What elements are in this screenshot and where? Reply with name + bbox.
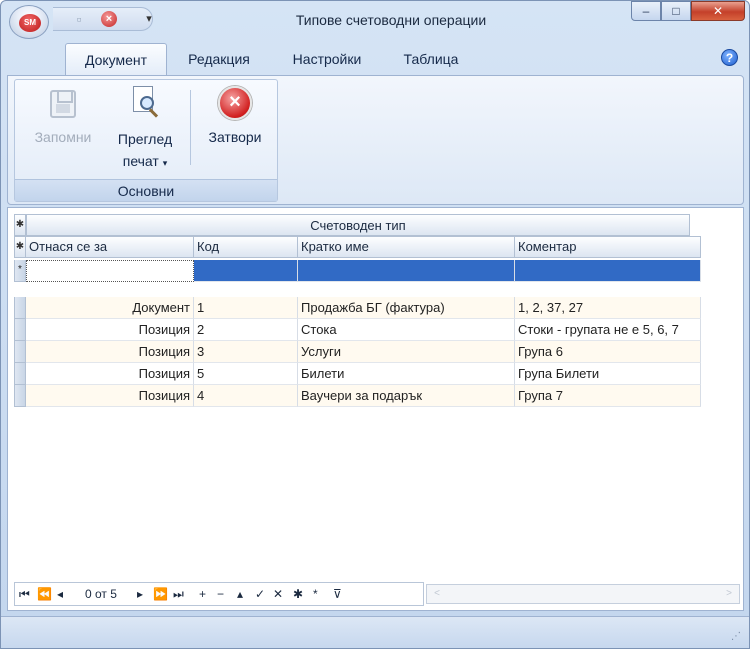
bookmark-icon[interactable]: ✱ (293, 586, 303, 602)
cell-short-name[interactable]: Ваучери за подарък (298, 385, 515, 407)
table-row[interactable]: Позиция 5 Билети Група Билети (14, 363, 701, 385)
scroll-right-icon[interactable]: > (721, 587, 737, 601)
help-icon[interactable]: ? (721, 49, 738, 66)
cell-code[interactable]: 2 (194, 319, 298, 341)
cell-code[interactable]: 5 (194, 363, 298, 385)
print-preview-icon (131, 86, 159, 120)
grid-container: ✱ Счетоводен тип ✱ Отнася се за Код Крат… (7, 207, 744, 611)
previous-page-icon[interactable]: ⏪ (37, 586, 52, 602)
app-menu-button[interactable]: SM (9, 5, 49, 39)
cell-short-name[interactable]: Продажба БГ (фактура) (298, 297, 515, 319)
cell-applies-to[interactable]: Документ (26, 297, 194, 319)
previous-record-icon[interactable]: ◂ (57, 586, 63, 602)
window-title: Типове счетоводни операции (295, 12, 487, 28)
new-row-marker: * (14, 260, 26, 282)
ribbon-tabs: Документ Редакция Настройки Таблица (1, 43, 749, 76)
qat-close-icon[interactable]: × (101, 11, 117, 27)
grid-navigator: ⏮ ⏪ ◂ 0 от 5 ▸ ⏩ ⏭ + − ▴ ✓ ✕ ✱ * ⊽ (14, 582, 424, 606)
first-record-icon[interactable]: ⏮ (19, 586, 30, 602)
ribbon-separator (190, 90, 191, 165)
save-button-label: Запомни (34, 129, 92, 145)
tab-settings[interactable]: Настройки (275, 43, 379, 76)
application-window: SM ▫ × ▾ Типове счетоводни операции ‒ □ … (0, 0, 750, 649)
cell-code[interactable]: 1 (194, 297, 298, 319)
print-preview-label-line2: печат ▾ (122, 153, 168, 169)
cancel-edit-icon[interactable]: ✕ (273, 586, 283, 602)
print-preview-button[interactable]: Преглед печат ▾ (107, 84, 183, 174)
close-icon: × (218, 86, 252, 120)
chevron-down-icon: ▾ (162, 158, 168, 168)
edit-record-icon[interactable]: ▴ (237, 586, 243, 602)
cell-applies-to[interactable]: Позиция (26, 319, 194, 341)
tab-table[interactable]: Таблица (387, 43, 475, 76)
column-header-short-name[interactable]: Кратко име (298, 236, 515, 258)
tab-edit[interactable]: Редакция (173, 43, 265, 76)
cell-applies-to[interactable]: Позиция (26, 385, 194, 407)
floppy-icon (50, 90, 76, 118)
row-indicator[interactable] (14, 341, 26, 363)
close-window-button[interactable]: ✕ (691, 1, 745, 21)
row-indicator[interactable] (14, 297, 26, 319)
cell-code[interactable]: 4 (194, 385, 298, 407)
cell-applies-to[interactable]: Позиция (26, 363, 194, 385)
row-indicator[interactable] (14, 385, 26, 407)
title-bar: SM ▫ × ▾ Типове счетоводни операции ‒ □ … (1, 1, 749, 41)
qat-save-icon[interactable]: ▫ (71, 11, 87, 27)
horizontal-scrollbar[interactable]: < > (426, 584, 740, 604)
minimize-button[interactable]: ‒ (631, 1, 661, 21)
column-header-applies-to[interactable]: Отнася се за (26, 236, 194, 258)
ribbon-group-label: Основни (15, 179, 277, 201)
new-row-cell[interactable] (515, 260, 701, 282)
table-row[interactable]: Позиция 2 Стока Стоки - групата не е 5, … (14, 319, 701, 341)
row-indicator[interactable] (14, 363, 26, 385)
next-page-icon[interactable]: ⏩ (153, 586, 168, 602)
tab-document[interactable]: Документ (65, 43, 167, 76)
insert-record-icon[interactable]: + (199, 586, 206, 602)
table-row[interactable]: Позиция 3 Услуги Група 6 (14, 341, 701, 363)
maximize-button[interactable]: □ (661, 1, 691, 21)
band-header: Счетоводен тип (26, 214, 690, 236)
filter-icon[interactable]: ⊽ (333, 586, 342, 602)
post-edit-icon[interactable]: ✓ (255, 586, 265, 602)
column-header-comment[interactable]: Коментар (515, 236, 701, 258)
scroll-left-icon[interactable]: < (429, 587, 445, 601)
next-record-icon[interactable]: ▸ (137, 586, 143, 602)
cell-code[interactable]: 3 (194, 341, 298, 363)
cell-comment[interactable]: 1, 2, 37, 27 (515, 297, 701, 319)
new-row-cell[interactable] (298, 260, 515, 282)
cell-comment[interactable]: Стоки - групата не е 5, 6, 7 (515, 319, 701, 341)
new-row-cell[interactable] (26, 260, 194, 282)
window-controls: ‒ □ ✕ (631, 1, 747, 21)
cell-short-name[interactable]: Услуги (298, 341, 515, 363)
delete-record-icon[interactable]: − (217, 586, 224, 602)
cell-comment[interactable]: Група Билети (515, 363, 701, 385)
table-row[interactable]: Позиция 4 Ваучери за подарък Група 7 (14, 385, 701, 407)
new-row-cell[interactable] (194, 260, 298, 282)
new-item-row[interactable]: * (14, 260, 701, 282)
cell-comment[interactable]: Група 6 (515, 341, 701, 363)
app-logo-icon: SM (19, 14, 41, 32)
band-corner[interactable]: ✱ (14, 214, 26, 236)
header-corner[interactable]: ✱ (14, 236, 26, 258)
cell-short-name[interactable]: Стока (298, 319, 515, 341)
ribbon-group-main: Запомни Преглед печат ▾ × Затвори Основн… (14, 79, 278, 202)
qat-customize-dropdown[interactable]: ▾ (142, 11, 156, 27)
close-button[interactable]: × Затвори (197, 84, 273, 148)
last-record-icon[interactable]: ⏭ (173, 586, 184, 602)
ribbon-panel: Запомни Преглед печат ▾ × Затвори Основн… (7, 75, 744, 205)
cell-applies-to[interactable]: Позиция (26, 341, 194, 363)
cell-comment[interactable]: Група 7 (515, 385, 701, 407)
table-row[interactable]: Документ 1 Продажба БГ (фактура) 1, 2, 3… (14, 297, 701, 319)
close-button-label: Затвори (208, 129, 262, 145)
status-bar: ⋰ (1, 616, 749, 648)
resize-grip-icon[interactable]: ⋰ (731, 631, 743, 643)
goto-bookmark-icon[interactable]: * (313, 586, 318, 602)
record-position-text: 0 от 5 (85, 587, 117, 601)
print-preview-label-line1: Преглед (117, 131, 173, 147)
cell-short-name[interactable]: Билети (298, 363, 515, 385)
row-indicator[interactable] (14, 319, 26, 341)
save-button[interactable]: Запомни (23, 84, 103, 148)
column-header-code[interactable]: Код (194, 236, 298, 258)
